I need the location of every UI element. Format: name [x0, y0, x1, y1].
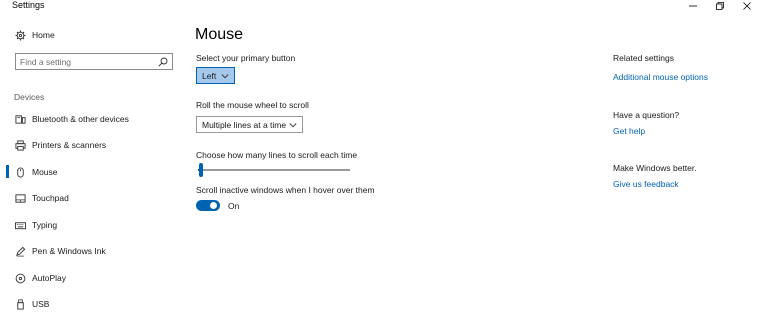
- toggle-state-text: On: [228, 201, 240, 211]
- inactive-scroll-toggle[interactable]: [196, 200, 220, 211]
- mouse-icon: [14, 166, 26, 178]
- autoplay-icon: [14, 272, 26, 284]
- sidebar-item-touchpad[interactable]: Touchpad: [0, 187, 185, 209]
- printer-icon: [14, 139, 26, 151]
- search-input[interactable]: [20, 55, 150, 68]
- minimize-button[interactable]: [682, 0, 704, 12]
- window-title: Settings: [12, 0, 45, 10]
- close-button[interactable]: [736, 0, 758, 12]
- related-settings-heading: Related settings: [613, 53, 674, 63]
- sidebar-item-typing[interactable]: Typing: [0, 214, 185, 236]
- search-icon[interactable]: [158, 57, 168, 67]
- dropdown-value: Left: [202, 70, 217, 81]
- search-box: [15, 53, 173, 70]
- additional-mouse-options-link[interactable]: Additional mouse options: [613, 72, 708, 82]
- sidebar-item-mouse[interactable]: Mouse: [0, 161, 185, 183]
- sidebar-item-label: Touchpad: [32, 193, 69, 203]
- feedback-heading: Make Windows better.: [613, 163, 697, 173]
- lines-slider-label: Choose how many lines to scroll each tim…: [196, 150, 358, 160]
- page-title: Mouse: [195, 26, 244, 43]
- primary-button-label: Select your primary button: [196, 53, 296, 63]
- pen-icon: [14, 245, 26, 257]
- question-heading: Have a question?: [613, 110, 680, 120]
- inactive-scroll-label: Scroll inactive windows when I hover ove…: [196, 185, 375, 195]
- lines-slider-thumb[interactable]: [199, 163, 204, 177]
- sidebar-item-bluetooth[interactable]: Bluetooth & other devices: [0, 108, 185, 130]
- toggle-knob: [210, 202, 217, 209]
- sidebar-item-label: Home: [32, 30, 55, 40]
- section-heading: Devices: [14, 92, 45, 102]
- gear-icon: [14, 29, 26, 41]
- dropdown-value: Multiple lines at a time: [202, 119, 287, 130]
- title-bar: Settings: [0, 0, 768, 12]
- sidebar-item-label: Pen & Windows Ink: [32, 246, 106, 256]
- sidebar-item-pen[interactable]: Pen & Windows Ink: [0, 240, 185, 262]
- lines-slider-track[interactable]: [198, 169, 350, 171]
- sidebar-item-label: USB: [32, 299, 50, 309]
- sidebar-item-label: Bluetooth & other devices: [32, 114, 129, 124]
- touchpad-icon: [14, 192, 26, 204]
- give-feedback-link[interactable]: Give us feedback: [613, 179, 679, 189]
- sidebar-item-usb[interactable]: USB: [0, 293, 185, 315]
- scroll-wheel-label: Roll the mouse wheel to scroll: [196, 100, 309, 110]
- sidebar-item-printers[interactable]: Printers & scanners: [0, 134, 185, 156]
- sidebar-item-label: Mouse: [32, 167, 58, 177]
- chevron-down-icon: [289, 123, 297, 128]
- usb-icon: [14, 298, 26, 310]
- bluetooth-devices-icon: [14, 113, 26, 125]
- close-icon: [743, 2, 751, 10]
- get-help-link[interactable]: Get help: [613, 126, 645, 136]
- keyboard-icon: [14, 219, 26, 231]
- chevron-down-icon: [221, 74, 229, 79]
- maximize-button[interactable]: [709, 0, 731, 12]
- sidebar-item-label: AutoPlay: [32, 273, 67, 283]
- sidebar-item-autoplay[interactable]: AutoPlay: [0, 267, 185, 289]
- restore-icon: [716, 2, 724, 10]
- sidebar-item-home[interactable]: Home: [0, 24, 185, 46]
- minimize-icon: [689, 5, 697, 7]
- primary-button-dropdown[interactable]: Left: [196, 67, 235, 84]
- sidebar-item-label: Typing: [32, 220, 58, 230]
- scroll-mode-dropdown[interactable]: Multiple lines at a time: [196, 116, 303, 133]
- sidebar-item-label: Printers & scanners: [32, 140, 107, 150]
